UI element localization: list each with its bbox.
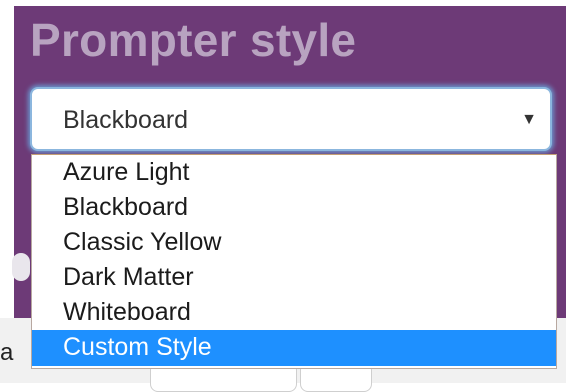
selected-value: Blackboard [63, 106, 189, 134]
option-whiteboard[interactable]: Whiteboard [32, 295, 556, 330]
option-blackboard[interactable]: Blackboard [32, 190, 556, 225]
slider-handle[interactable] [12, 253, 30, 281]
partial-label: a [0, 339, 14, 366]
option-classic-yellow[interactable]: Classic Yellow [32, 225, 556, 260]
option-custom-style[interactable]: Custom Style [32, 330, 556, 366]
prompter-style-select[interactable]: Blackboard ▼ [30, 87, 552, 151]
style-options-list: Azure Light Blackboard Classic Yellow Da… [31, 154, 557, 369]
dropdown-arrow-icon: ▼ [521, 111, 537, 128]
option-dark-matter[interactable]: Dark Matter [32, 260, 556, 295]
option-azure-light[interactable]: Azure Light [32, 155, 556, 190]
section-title: Prompter style [30, 14, 357, 66]
